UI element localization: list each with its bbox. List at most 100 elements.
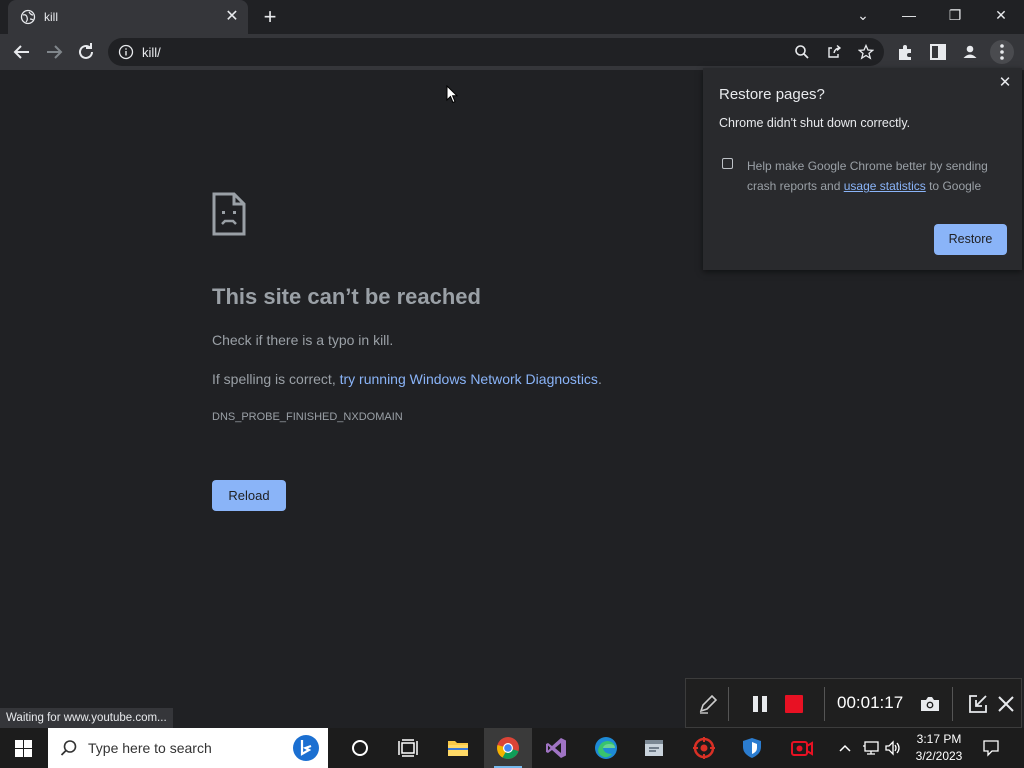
tools-app-icon (645, 740, 663, 756)
info-icon[interactable] (118, 44, 134, 60)
bing-icon[interactable] (292, 734, 320, 762)
pen-icon (699, 694, 718, 714)
tab-search-dropdown-icon[interactable]: ⌄ (840, 0, 886, 30)
reload-toolbar-button[interactable] (74, 40, 98, 64)
app-button[interactable] (630, 728, 678, 768)
arrow-right-icon (47, 45, 63, 59)
close-window-button[interactable]: ✕ (978, 0, 1024, 30)
error-diagnostics-hint: If spelling is correct, try running Wind… (212, 371, 602, 387)
annotate-pen-button[interactable] (696, 692, 720, 716)
dialog-close-icon[interactable]: ✕ (996, 74, 1014, 92)
network-diagnostics-link[interactable]: try running Windows Network Diagnostics (340, 371, 598, 387)
close-icon (998, 696, 1014, 712)
shield-icon (743, 738, 761, 758)
system-clock[interactable]: 3:17 PM 3/2/2023 (904, 731, 974, 765)
taskbar-search-box[interactable]: Type here to search (48, 728, 328, 768)
start-button[interactable] (0, 728, 48, 768)
red-app-button[interactable] (680, 728, 728, 768)
chrome-menu-button[interactable] (990, 40, 1014, 64)
edge-icon (595, 737, 617, 759)
side-panel-button[interactable] (926, 40, 950, 64)
tab-title: kill (44, 10, 58, 24)
stop-button[interactable] (782, 692, 806, 716)
file-explorer-button[interactable] (434, 728, 482, 768)
camera-icon (921, 697, 939, 711)
error-title: This site can’t be reached (212, 284, 481, 309)
error-typo-hint: Check if there is a typo in kill. (212, 332, 394, 348)
network-icon[interactable] (862, 740, 880, 756)
windows-logo-icon (15, 740, 32, 757)
profile-button[interactable] (958, 40, 982, 64)
volume-icon[interactable] (884, 740, 902, 756)
collapse-icon (969, 695, 987, 713)
chrome-icon (497, 737, 519, 759)
clock-time: 3:17 PM (916, 732, 962, 746)
zoom-search-icon[interactable] (794, 44, 810, 60)
arrow-left-icon (13, 45, 29, 59)
search-icon (60, 740, 77, 756)
extensions-button[interactable] (894, 40, 918, 64)
recorder-divider (952, 687, 953, 721)
pause-icon (753, 696, 767, 712)
stop-icon (785, 695, 803, 713)
screen-recorder-button[interactable] (778, 728, 826, 768)
address-bar[interactable]: kill/ (108, 38, 884, 66)
cortana-button[interactable] (336, 728, 384, 768)
error-code: DNS_PROBE_FINISHED_NXDOMAIN (212, 411, 403, 423)
dialog-heading: Restore pages? (719, 86, 825, 103)
side-panel-icon (930, 44, 946, 60)
shield-app-button[interactable] (728, 728, 776, 768)
mouse-cursor-icon (446, 85, 458, 104)
pause-button[interactable] (748, 692, 772, 716)
search-placeholder: Type here to search (88, 740, 212, 756)
status-bubble: Waiting for www.youtube.com... (0, 708, 173, 728)
refresh-icon (79, 43, 93, 59)
help-suffix: to Google (925, 179, 982, 193)
usage-statistics-link[interactable]: usage statistics (844, 179, 926, 193)
tab-kill[interactable]: kill ✕ (8, 0, 248, 34)
bookmark-star-icon[interactable] (858, 44, 874, 60)
crosshair-app-icon (693, 737, 715, 759)
minimize-recorder-button[interactable] (966, 692, 990, 716)
visual-studio-button[interactable] (532, 728, 580, 768)
reload-button[interactable]: Reload (212, 480, 286, 511)
notifications-icon[interactable] (982, 739, 1000, 757)
maximize-restore-button[interactable]: ❐ (932, 0, 978, 30)
diagnostics-suffix: . (597, 371, 602, 387)
recorder-divider (824, 687, 825, 721)
new-tab-button[interactable]: + (258, 6, 282, 30)
person-icon (960, 42, 980, 62)
url-text[interactable]: kill/ (142, 45, 161, 60)
diagnostics-prefix: If spelling is correct, (212, 371, 340, 387)
tab-strip: kill ✕ + ⌄ — ❐ ✕ (0, 0, 1024, 34)
chrome-taskbar-button[interactable] (484, 728, 532, 768)
back-button[interactable] (10, 40, 34, 64)
restore-button[interactable]: Restore (934, 224, 1007, 255)
sad-page-icon (212, 192, 246, 236)
chevron-up-icon[interactable] (838, 741, 852, 755)
windows-taskbar: Type here to search 3:17 PM 3/2/2023 (0, 728, 1024, 768)
crash-report-label: Help make Google Chrome better by sendin… (747, 156, 1007, 196)
edge-button[interactable] (582, 728, 630, 768)
crash-report-checkbox[interactable] (722, 158, 733, 169)
recorder-camera-icon (791, 741, 813, 756)
globe-icon (20, 9, 36, 25)
recording-timer: 00:01:17 (837, 693, 904, 712)
browser-toolbar: kill/ (0, 34, 1024, 70)
restore-pages-dialog: ✕ Restore pages? Chrome didn't shut down… (703, 68, 1022, 270)
share-icon[interactable] (826, 44, 842, 60)
puzzle-icon (899, 45, 911, 60)
close-recorder-button[interactable] (994, 692, 1018, 716)
visual-studio-icon (546, 738, 566, 758)
task-view-button[interactable] (384, 728, 432, 768)
forward-button[interactable] (42, 40, 66, 64)
screenshot-button[interactable] (918, 692, 942, 716)
cortana-circle-icon (352, 740, 368, 756)
folder-icon (448, 741, 468, 756)
minimize-button[interactable]: — (886, 0, 932, 30)
tab-close-icon[interactable]: ✕ (222, 7, 242, 27)
recorder-divider (728, 687, 729, 721)
task-view-icon (398, 739, 418, 757)
clock-date: 3/2/2023 (915, 749, 963, 763)
more-vertical-icon (1000, 44, 1004, 60)
